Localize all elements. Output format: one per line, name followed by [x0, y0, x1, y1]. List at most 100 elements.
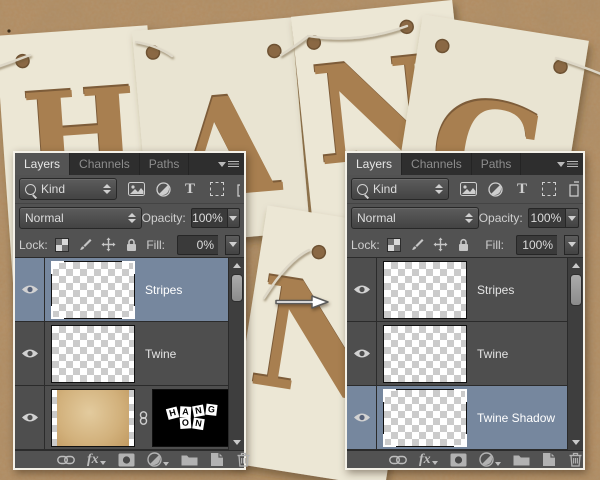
layer-row-twine[interactable]: Twine — [15, 322, 244, 386]
layer-thumbnail[interactable] — [51, 325, 135, 383]
scrollbar-thumb[interactable] — [231, 274, 243, 302]
layers-list: Stripes Twine Twine Shadow — [347, 258, 583, 450]
lock-label: Lock: — [351, 238, 380, 252]
opacity-value[interactable]: 100% — [191, 208, 227, 228]
panel-tab-bar: Layers Channels Paths — [347, 153, 583, 175]
lock-label: Lock: — [19, 238, 48, 252]
layer-style-button[interactable]: fx — [87, 454, 106, 466]
filter-shape-layers-icon[interactable] — [208, 180, 226, 198]
layer-mask-thumbnail[interactable]: HANGON — [152, 389, 232, 447]
layer-thumbnail-paper[interactable] — [51, 389, 135, 447]
filter-shape-layers-icon[interactable] — [540, 180, 558, 198]
mask-link-icon[interactable] — [136, 411, 151, 425]
layer-row-background[interactable]: HANGON .. — [15, 386, 244, 450]
lock-row: Lock: Fill: 100% — [347, 232, 583, 258]
new-group-button[interactable] — [181, 453, 198, 466]
fill-value[interactable]: 100% — [516, 235, 557, 255]
fill-value[interactable]: 0% — [177, 235, 218, 255]
layer-thumbnail[interactable] — [383, 325, 467, 383]
panel-menu-icon[interactable] — [557, 153, 578, 175]
fill-label: Fill: — [485, 238, 504, 252]
lock-paint-button[interactable] — [410, 237, 425, 252]
new-group-button[interactable] — [513, 453, 530, 466]
new-adjustment-layer-button[interactable] — [479, 452, 501, 467]
fill-dropdown-arrow[interactable] — [564, 235, 579, 255]
opacity-dropdown-arrow[interactable] — [565, 208, 579, 228]
visibility-eye-icon[interactable] — [347, 258, 377, 321]
lock-row: Lock: Fill: 0% — [15, 232, 244, 258]
filter-type-layers-icon[interactable]: T — [513, 180, 531, 198]
blend-mode-dropdown[interactable]: Normal — [19, 207, 142, 229]
tab-channels[interactable]: Channels — [70, 153, 140, 175]
tab-layers[interactable]: Layers — [347, 153, 402, 175]
delete-layer-button[interactable] — [236, 452, 251, 467]
pin-dot — [7, 29, 10, 32]
opacity-dropdown-arrow[interactable] — [227, 208, 240, 228]
new-adjustment-layer-button[interactable] — [147, 452, 169, 467]
tab-paths[interactable]: Paths — [472, 153, 522, 175]
opacity-value[interactable]: 100% — [528, 208, 566, 228]
lock-all-button[interactable] — [456, 237, 471, 252]
lock-transparency-button[interactable] — [55, 237, 70, 252]
layer-name[interactable]: Stripes — [145, 283, 182, 297]
add-layer-mask-button[interactable] — [450, 453, 467, 467]
lock-position-button[interactable] — [433, 237, 448, 252]
lock-transparency-button[interactable] — [387, 237, 402, 252]
filter-type-icons: T — [459, 180, 579, 198]
scrollbar[interactable] — [567, 258, 583, 450]
layer-name[interactable]: Twine Shadow — [477, 411, 555, 425]
filter-kind-dropdown[interactable]: Kind — [351, 178, 449, 200]
scroll-down-button[interactable] — [568, 436, 583, 449]
new-layer-button[interactable] — [210, 452, 224, 467]
layer-name[interactable]: Twine — [477, 347, 508, 361]
scroll-up-button[interactable] — [229, 259, 244, 272]
layer-style-button[interactable]: fx — [419, 454, 438, 466]
link-layers-button[interactable] — [389, 455, 407, 465]
layer-row-stripes[interactable]: Stripes — [15, 258, 244, 322]
delete-layer-button[interactable] — [568, 452, 583, 467]
scroll-up-button[interactable] — [568, 259, 583, 272]
filter-adjustment-layers-icon[interactable] — [154, 180, 172, 198]
layer-row-twine[interactable]: Twine — [347, 322, 583, 386]
scrollbar[interactable] — [228, 258, 244, 450]
filter-smart-objects-icon[interactable] — [567, 180, 579, 198]
filter-smart-objects-icon[interactable] — [235, 180, 240, 198]
visibility-eye-icon[interactable] — [15, 258, 45, 321]
lock-position-button[interactable] — [101, 237, 116, 252]
updown-arrows-icon — [98, 184, 111, 194]
filter-pixel-layers-icon[interactable] — [127, 180, 145, 198]
lock-all-button[interactable] — [124, 237, 139, 252]
layer-name[interactable]: Stripes — [477, 283, 514, 297]
layer-row-stripes[interactable]: Stripes — [347, 258, 583, 322]
panel-menu-icon[interactable] — [218, 153, 239, 175]
layer-thumbnail[interactable] — [383, 261, 467, 319]
filter-adjustment-layers-icon[interactable] — [486, 180, 504, 198]
add-layer-mask-button[interactable] — [118, 453, 135, 467]
fill-dropdown-arrow[interactable] — [225, 235, 240, 255]
blend-mode-dropdown[interactable]: Normal — [351, 207, 479, 229]
filter-type-layers-icon[interactable]: T — [181, 180, 199, 198]
visibility-eye-icon[interactable] — [347, 386, 377, 449]
visibility-eye-icon[interactable] — [15, 322, 45, 385]
tab-channels[interactable]: Channels — [402, 153, 472, 175]
scroll-down-button[interactable] — [229, 436, 244, 449]
blend-row: Normal Opacity: 100% — [15, 204, 244, 232]
new-layer-button[interactable] — [542, 452, 556, 467]
filter-pixel-layers-icon[interactable] — [459, 180, 477, 198]
scrollbar-thumb[interactable] — [570, 274, 582, 306]
banner-hole — [267, 44, 281, 58]
tab-paths[interactable]: Paths — [140, 153, 190, 175]
layer-row-twine-shadow[interactable]: Twine Shadow — [347, 386, 583, 450]
link-layers-button[interactable] — [57, 455, 75, 465]
visibility-eye-icon[interactable] — [347, 322, 377, 385]
filter-kind-dropdown[interactable]: Kind — [19, 178, 117, 200]
tab-layers[interactable]: Layers — [15, 153, 70, 175]
lock-paint-button[interactable] — [78, 237, 93, 252]
transition-arrow-icon — [274, 292, 332, 312]
opacity-label: Opacity: — [479, 211, 523, 225]
layer-thumbnail[interactable] — [51, 261, 135, 319]
layer-thumbnail[interactable] — [383, 389, 467, 447]
visibility-eye-icon[interactable] — [15, 386, 45, 449]
layer-name[interactable]: Twine — [145, 347, 176, 361]
filter-kind-label: Kind — [41, 182, 65, 196]
